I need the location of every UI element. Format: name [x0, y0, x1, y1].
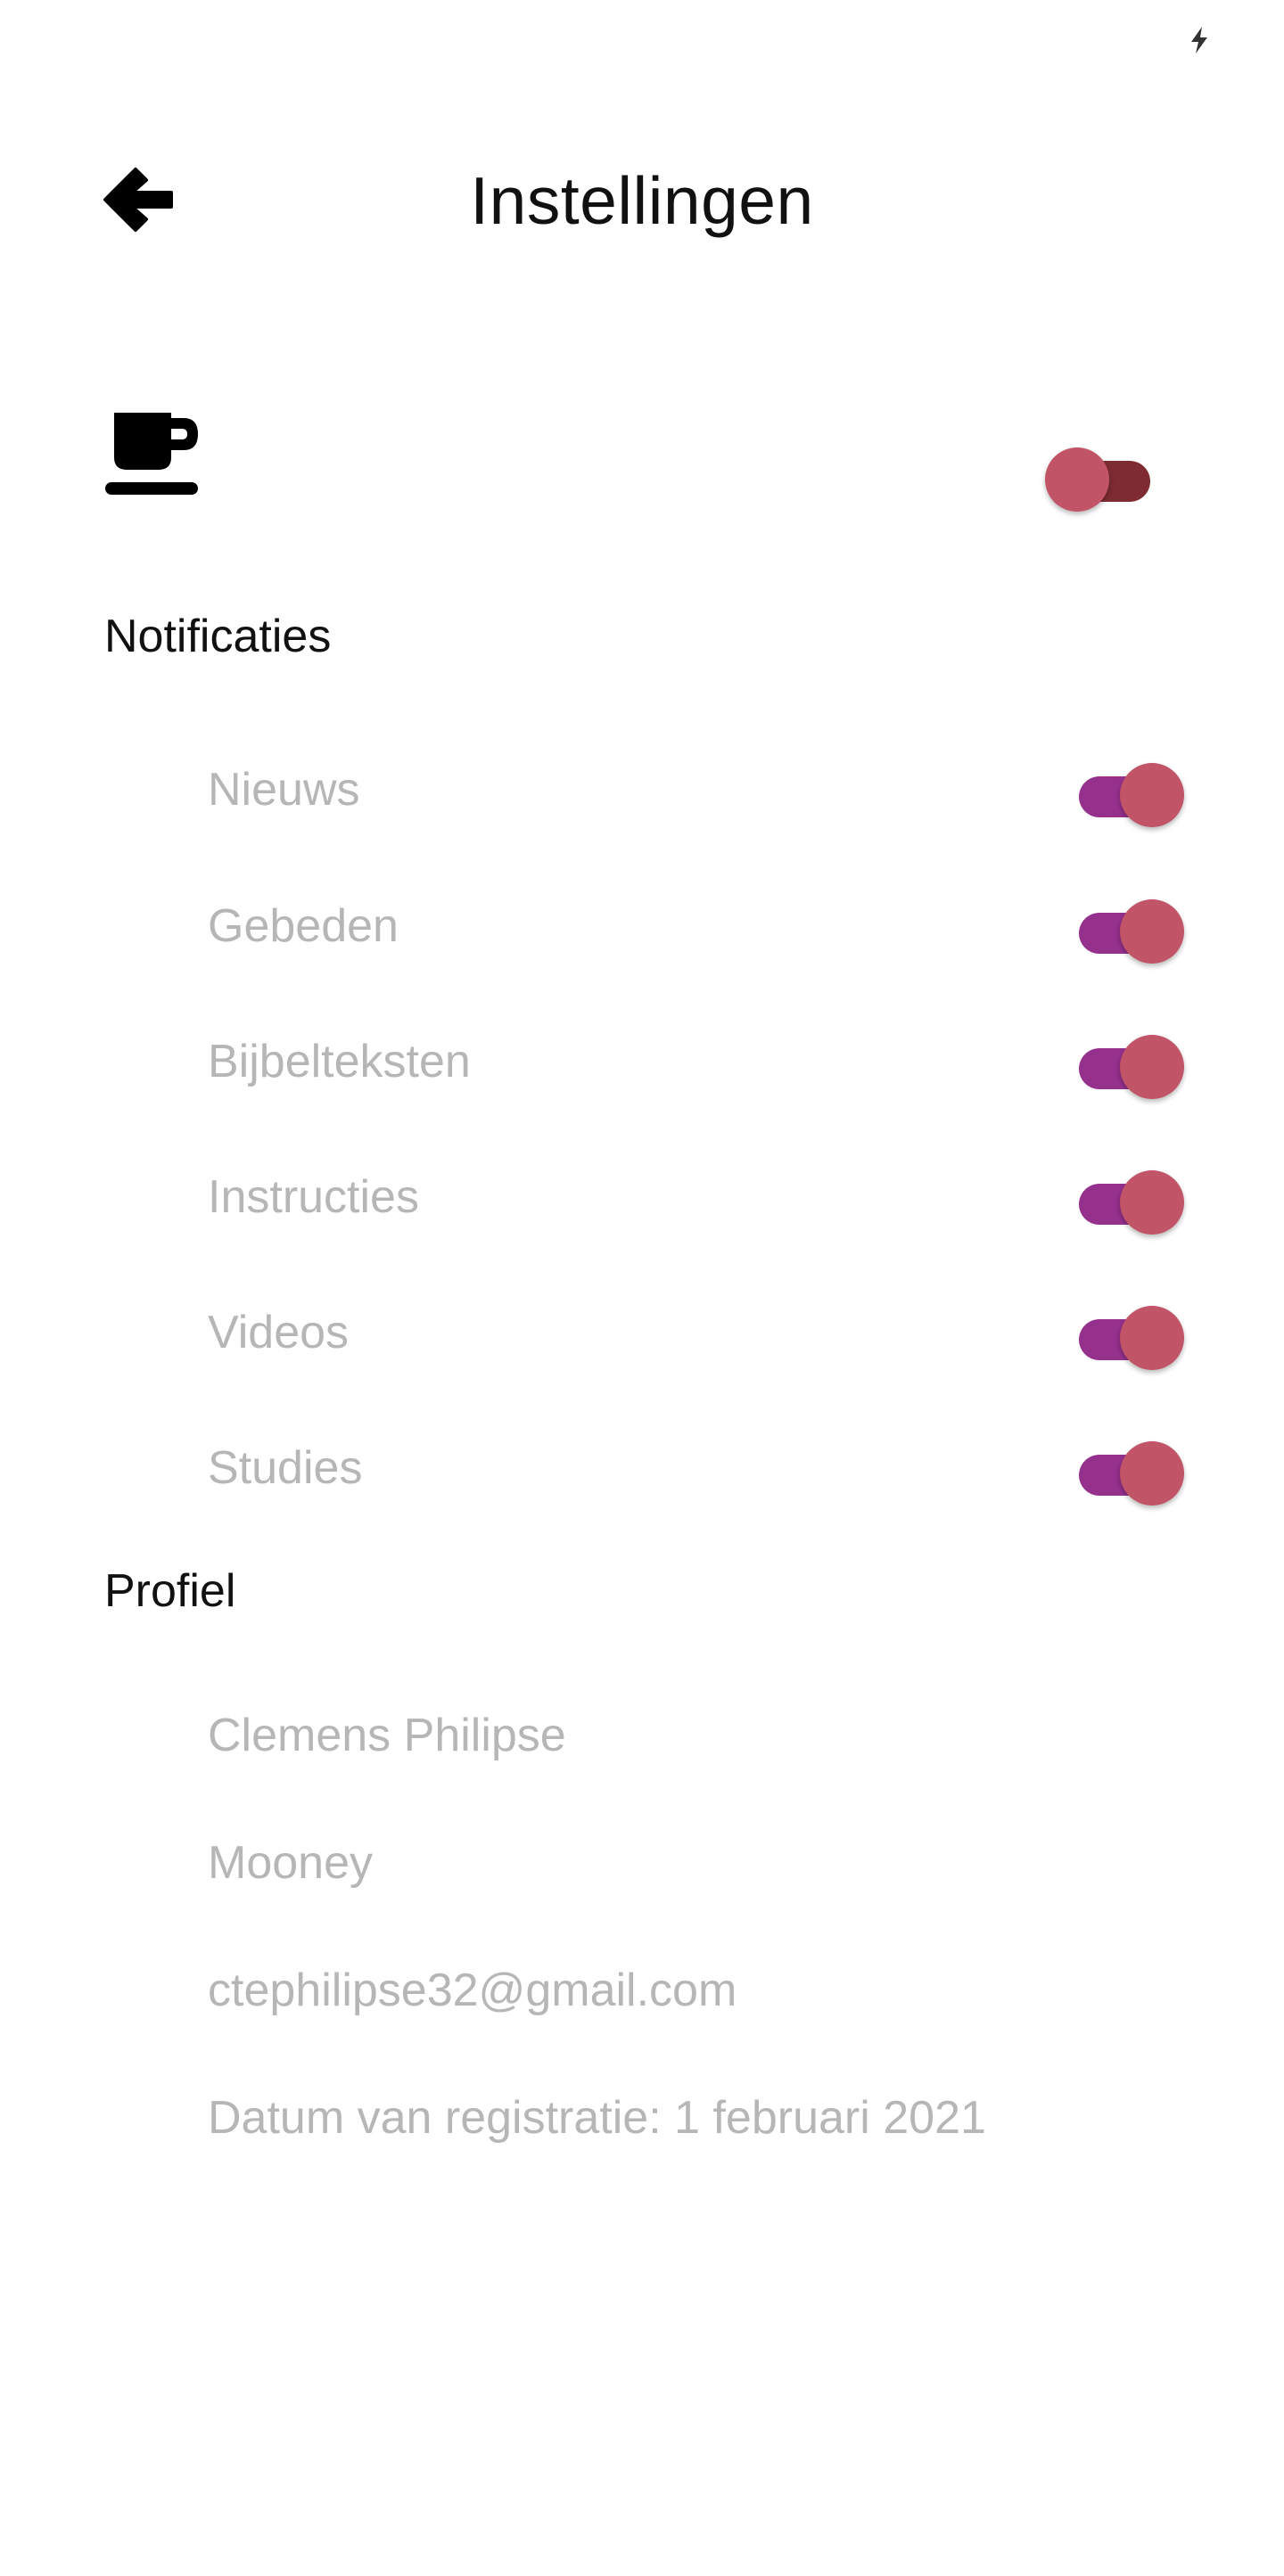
profile-registration-date: Datum van registratie: 1 februari 2021	[208, 2092, 986, 2144]
page-title: Instellingen	[470, 163, 814, 238]
toggle-thumb	[1120, 1306, 1184, 1370]
notification-label: Nieuws	[208, 764, 360, 816]
bijbelteksten-toggle[interactable]	[1068, 1027, 1184, 1099]
bolt-icon	[1191, 27, 1207, 53]
gebeden-toggle[interactable]	[1068, 891, 1184, 964]
toggle-thumb	[1120, 1170, 1184, 1235]
notifications-heading: Notificaties	[104, 611, 332, 662]
profile-first-name: Clemens Philipse	[208, 1710, 566, 1761]
profile-heading: Profiel	[104, 1565, 236, 1617]
notification-label: Studies	[208, 1442, 363, 1494]
theme-toggle[interactable]	[1045, 439, 1161, 512]
header: Instellingen	[0, 134, 1284, 285]
notification-item-studies: Studies	[0, 1440, 1284, 1574]
notification-item-nieuws: Nieuws	[0, 762, 1284, 896]
notification-label: Instructies	[208, 1171, 419, 1223]
profile-email: ctephilipse32@gmail.com	[208, 1965, 737, 2016]
notification-label: Gebeden	[208, 900, 399, 952]
notification-item-gebeden: Gebeden	[0, 898, 1284, 1032]
status-bar	[0, 0, 1284, 80]
videos-toggle[interactable]	[1068, 1298, 1184, 1370]
notification-label: Bijbelteksten	[208, 1036, 471, 1087]
toggle-thumb	[1120, 1441, 1184, 1505]
profile-last-name: Mooney	[208, 1837, 373, 1889]
nieuws-toggle[interactable]	[1068, 755, 1184, 827]
notification-item-instructies: Instructies	[0, 1169, 1284, 1303]
theme-row	[0, 406, 1284, 521]
toggle-thumb	[1120, 763, 1184, 827]
toggle-thumb	[1120, 899, 1184, 964]
notification-item-bijbelteksten: Bijbelteksten	[0, 1034, 1284, 1168]
studies-toggle[interactable]	[1068, 1433, 1184, 1505]
settings-screen: Instellingen Notificaties Nieuws Gebeden	[0, 0, 1284, 2576]
instructies-toggle[interactable]	[1068, 1162, 1184, 1235]
toggle-thumb	[1045, 447, 1109, 512]
notification-item-videos: Videos	[0, 1305, 1284, 1439]
notification-label: Videos	[208, 1307, 350, 1358]
coffee-cup-icon	[105, 413, 198, 495]
toggle-thumb	[1120, 1035, 1184, 1099]
